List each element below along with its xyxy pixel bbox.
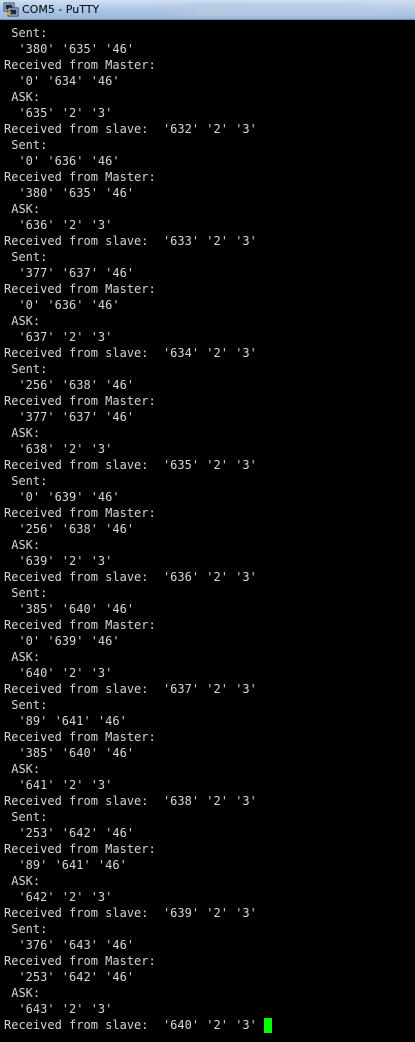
terminal-cursor xyxy=(263,1018,272,1033)
terminal-line: Received from Master: xyxy=(4,618,156,632)
terminal-line: ASK: xyxy=(4,538,41,552)
terminal-line: '0' '639' '46' xyxy=(4,634,120,648)
terminal-line: Sent: xyxy=(4,138,48,152)
terminal-line: '377' '637' '46' xyxy=(4,410,135,424)
terminal-line: ASK: xyxy=(4,426,41,440)
putty-terminal-icon xyxy=(3,2,19,17)
terminal-line: '640' '2' '3' xyxy=(4,666,113,680)
terminal-line: '0' '634' '46' xyxy=(4,74,120,88)
terminal-line: '385' '640' '46' xyxy=(4,602,135,616)
terminal-line: '642' '2' '3' xyxy=(4,890,113,904)
terminal-line: '376' '643' '46' xyxy=(4,938,135,952)
terminal-line: '89' '641' '46' xyxy=(4,714,127,728)
terminal-line: ASK: xyxy=(4,202,41,216)
terminal-line: Sent: xyxy=(4,362,48,376)
terminal-line: Received from Master: xyxy=(4,730,156,744)
terminal-line: '637' '2' '3' xyxy=(4,330,113,344)
terminal-line: '0' '636' '46' xyxy=(4,154,120,168)
terminal-line: Sent: xyxy=(4,26,48,40)
terminal-line: Received from Master: xyxy=(4,394,156,408)
terminal-line: Sent: xyxy=(4,922,48,936)
terminal-line: Received from slave: '639' '2' '3' xyxy=(4,906,257,920)
terminal-line: Received from slave: '633' '2' '3' xyxy=(4,234,257,248)
terminal-line: '0' '639' '46' xyxy=(4,490,120,504)
terminal-line: Received from Master: xyxy=(4,170,156,184)
terminal-line: '643' '2' '3' xyxy=(4,1002,113,1016)
title-bar[interactable]: COM5 - PuTTY xyxy=(0,0,415,20)
blurred-title-region xyxy=(150,4,415,16)
terminal-line: Received from slave: '637' '2' '3' xyxy=(4,682,257,696)
terminal-line: ASK: xyxy=(4,90,41,104)
putty-window: COM5 - PuTTY Sent: '380' '635' '46' Recei… xyxy=(0,0,415,1042)
terminal-line: Sent: xyxy=(4,474,48,488)
terminal-line: '636' '2' '3' xyxy=(4,218,113,232)
terminal-line: '253' '642' '46' xyxy=(4,970,135,984)
terminal-line: '641' '2' '3' xyxy=(4,778,113,792)
terminal-line: '377' '637' '46' xyxy=(4,266,135,280)
terminal-line: Sent: xyxy=(4,586,48,600)
terminal-line: Received from slave: '636' '2' '3' xyxy=(4,570,257,584)
terminal-line: Received from slave: '638' '2' '3' xyxy=(4,794,257,808)
terminal-line: Received from slave: '635' '2' '3' xyxy=(4,458,257,472)
terminal-line: '0' '636' '46' xyxy=(4,298,120,312)
terminal-line: '89' '641' '46' xyxy=(4,858,127,872)
terminal-line: Received from Master: xyxy=(4,954,156,968)
terminal-line: Sent: xyxy=(4,250,48,264)
terminal-line: Sent: xyxy=(4,810,48,824)
terminal-line: '256' '638' '46' xyxy=(4,522,135,536)
terminal-output[interactable]: Sent: '380' '635' '46' Received from Mast… xyxy=(0,20,415,1042)
terminal-line: Received from slave: '640' '2' '3' xyxy=(4,1018,257,1032)
window-title: COM5 - PuTTY xyxy=(22,3,100,16)
terminal-line: '380' '635' '46' xyxy=(4,42,135,56)
terminal-line: Sent: xyxy=(4,698,48,712)
terminal-line: ASK: xyxy=(4,874,41,888)
terminal-line: '253' '642' '46' xyxy=(4,826,135,840)
terminal-line: ASK: xyxy=(4,314,41,328)
terminal-line: Received from Master: xyxy=(4,506,156,520)
terminal-line: '638' '2' '3' xyxy=(4,442,113,456)
terminal-line: ASK: xyxy=(4,762,41,776)
terminal-line: '639' '2' '3' xyxy=(4,554,113,568)
terminal-line: Received from Master: xyxy=(4,842,156,856)
terminal-line: ASK: xyxy=(4,650,41,664)
terminal-line: '256' '638' '46' xyxy=(4,378,135,392)
terminal-line: Received from Master: xyxy=(4,282,156,296)
terminal-line: Received from slave: '634' '2' '3' xyxy=(4,346,257,360)
terminal-line: ASK: xyxy=(4,986,41,1000)
terminal-line: '380' '635' '46' xyxy=(4,186,135,200)
terminal-line: Received from slave: '632' '2' '3' xyxy=(4,122,257,136)
terminal-line: '385' '640' '46' xyxy=(4,746,135,760)
terminal-line: Received from Master: xyxy=(4,58,156,72)
terminal-line: '635' '2' '3' xyxy=(4,106,113,120)
